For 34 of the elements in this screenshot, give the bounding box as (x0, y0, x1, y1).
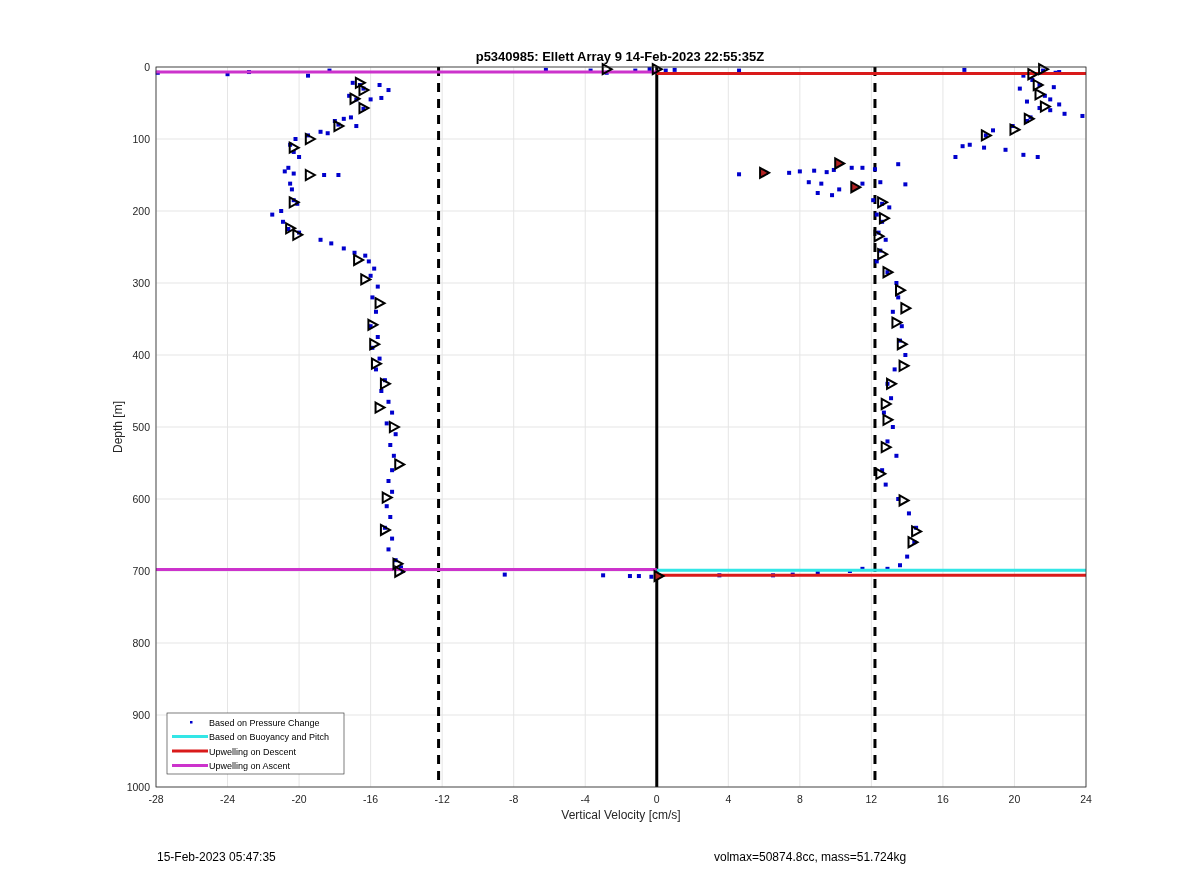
tick-label: 100 (132, 133, 150, 145)
tick-label: 20 (1008, 793, 1021, 805)
tick-label: 300 (132, 277, 150, 289)
tick-label: 8 (796, 793, 803, 805)
mass-info-text: volmax=50874.8cc, mass=51.724kg (714, 850, 908, 864)
timestamp-text: 15-Feb-2023 05:47:35 (157, 850, 277, 864)
tick-label: 0 (653, 793, 660, 805)
tick-label: 700 (132, 565, 150, 577)
tick-label: -4 (580, 793, 590, 805)
chart-title: p5340985: Ellett Array 9 14-Feb-2023 22:55:35Z (475, 49, 765, 64)
legend-label: Based on Pressure Change (209, 717, 320, 728)
tick-label: 1000 (126, 781, 150, 793)
y-axis-label: Depth [m] (111, 401, 125, 453)
x-axis-label: Vertical Velocity [cm/s] (561, 808, 681, 822)
tick-label: 200 (132, 205, 150, 217)
tick-label: 0 (144, 61, 150, 73)
tick-label: 4 (725, 793, 732, 805)
tick-label: 600 (132, 493, 150, 505)
tick-label: -16 (363, 793, 379, 805)
tick-label: 12 (865, 793, 878, 805)
legend-label: Upwelling on Descent (209, 746, 297, 757)
tick-label: -24 (219, 793, 236, 805)
tick-label: -28 (148, 793, 164, 805)
tick-label: 500 (132, 421, 150, 433)
tick-label: 800 (132, 637, 150, 649)
tick-label: 24 (1080, 793, 1092, 805)
tick-label: -8 (509, 793, 519, 805)
legend-label: Based on Buoyancy and Pitch (209, 732, 330, 742)
legend-label: Upwelling on Ascent (209, 761, 291, 771)
tick-label: 400 (132, 349, 150, 361)
tick-label: 16 (937, 793, 949, 805)
tick-label: -20 (291, 793, 307, 805)
tick-label: -12 (434, 793, 450, 805)
tick-label: 900 (132, 709, 150, 721)
